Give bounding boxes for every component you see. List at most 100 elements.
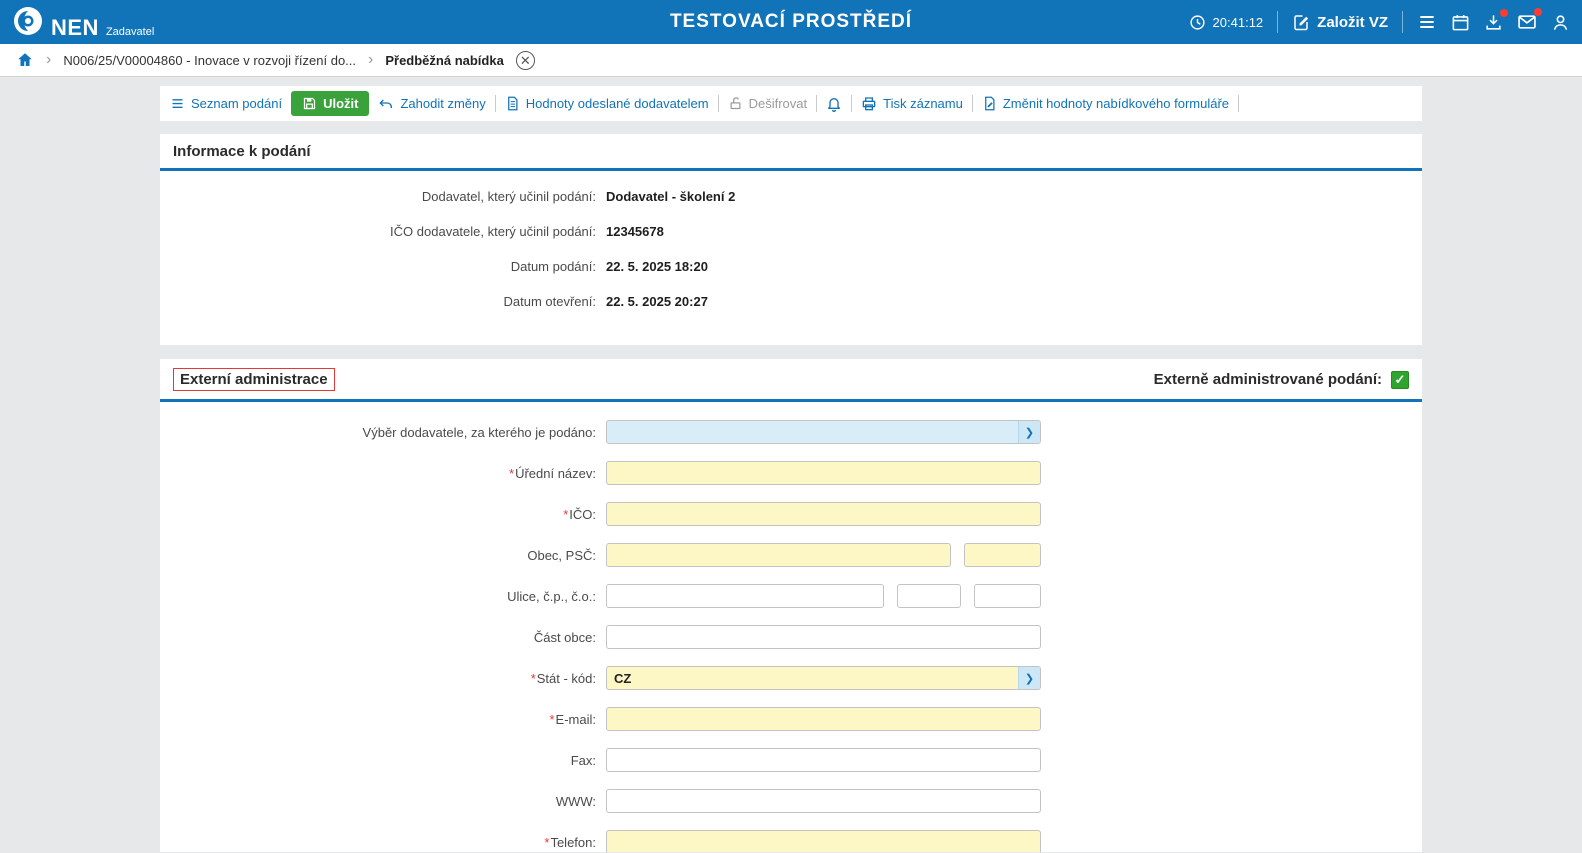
chevron-right-icon[interactable]: ❯ <box>1018 421 1040 443</box>
field-label: *E-mail: <box>160 712 606 727</box>
field-row-ico: *IČO: <box>160 502 1422 526</box>
info-label: Datum otevření: <box>160 294 606 309</box>
notifications-button[interactable] <box>826 96 842 112</box>
required-marker: * <box>509 466 514 481</box>
info-value: 22. 5. 2025 18:20 <box>606 259 708 274</box>
required-marker: * <box>531 671 536 686</box>
undo-icon <box>378 96 394 112</box>
supplier-select-input[interactable] <box>606 420 1041 444</box>
external-administration-body: Výběr dodavatele, za kterého je podáno: … <box>160 402 1422 852</box>
submissions-list-button[interactable]: Seznam podání <box>170 96 282 111</box>
field-row-fax: Fax: <box>160 748 1422 772</box>
hamburger-menu-icon <box>1417 12 1437 32</box>
list-icon <box>170 96 185 111</box>
toolbar-divider <box>1238 95 1239 112</box>
calendar-button[interactable] <box>1451 13 1470 32</box>
discard-changes-label: Zahodit změny <box>400 96 485 111</box>
field-label: Část obce: <box>160 630 606 645</box>
mail-icon <box>1517 12 1537 32</box>
main-content: Seznam podání Uložit Zahodit změny Hodno… <box>0 77 1582 852</box>
info-label: Datum podání: <box>160 259 606 274</box>
document-edit-icon <box>982 96 997 111</box>
change-form-values-label: Změnit hodnoty nabídkového formuláře <box>1003 96 1229 111</box>
messages-button[interactable] <box>1517 12 1537 32</box>
field-row-www: WWW: <box>160 789 1422 813</box>
discard-changes-button[interactable]: Zahodit změny <box>378 96 485 112</box>
orientation-number-input[interactable] <box>974 584 1041 608</box>
country-code-input[interactable] <box>606 666 1041 690</box>
session-time-value: 20:41:12 <box>1213 15 1264 30</box>
field-row-street: Ulice, č.p., č.o.: <box>160 584 1422 608</box>
field-label: WWW: <box>160 794 606 809</box>
notification-dot <box>1500 9 1508 17</box>
toolbar-divider <box>718 95 719 112</box>
zip-input[interactable] <box>964 543 1041 567</box>
toolbar-divider <box>816 95 817 112</box>
supplier-values-label: Hodnoty odeslané dodavatelem <box>526 96 709 111</box>
notification-dot <box>1534 8 1542 16</box>
home-icon[interactable] <box>16 51 34 69</box>
nen-logo-icon <box>12 5 44 37</box>
fax-input[interactable] <box>606 748 1041 772</box>
submission-info-body: Dodavatel, který učinil podání: Dodavate… <box>160 171 1422 345</box>
print-record-button[interactable]: Tisk záznamu <box>861 96 963 112</box>
breadcrumb-separator-icon: › <box>46 52 51 68</box>
field-row-city-zip: Obec, PSČ: <box>160 543 1422 567</box>
house-number-input[interactable] <box>897 584 961 608</box>
decrypt-label: Dešifrovat <box>749 96 808 111</box>
field-label: *Telefon: <box>160 835 606 850</box>
supplier-values-button[interactable]: Hodnoty odeslané dodavatelem <box>505 96 709 111</box>
topbar-divider <box>1277 11 1278 33</box>
toolbar-divider <box>495 95 496 112</box>
info-row-ico: IČO dodavatele, který učinil podání: 123… <box>160 224 1422 246</box>
create-tender-button[interactable]: Založit VZ <box>1292 13 1388 31</box>
topbar-actions: 20:41:12 Založit VZ <box>1189 11 1570 33</box>
external-administration-header: Externí administrace Externě administrov… <box>160 359 1422 402</box>
field-row-official-name: *Úřední název: <box>160 461 1422 485</box>
required-marker: * <box>544 835 549 850</box>
save-button[interactable]: Uložit <box>291 91 369 116</box>
breadcrumb-separator-icon: › <box>368 52 373 68</box>
save-icon <box>302 96 317 111</box>
required-marker: * <box>549 712 554 727</box>
official-name-input[interactable] <box>606 461 1041 485</box>
info-label: Dodavatel, který učinil podání: <box>160 189 606 204</box>
www-input[interactable] <box>606 789 1041 813</box>
breadcrumb-item-current: Předběžná nabídka <box>385 53 503 68</box>
printer-icon <box>861 96 877 112</box>
city-part-input[interactable] <box>606 625 1041 649</box>
close-tab-icon[interactable]: ✕ <box>516 51 535 70</box>
field-row-country-code: *Stát - kód: ❯ <box>160 666 1422 690</box>
brand-subtitle: Zadavatel <box>106 26 154 38</box>
field-label: Výběr dodavatele, za kterého je podáno: <box>160 425 606 440</box>
breadcrumb: › N006/25/V00004860 - Inovace v rozvoji … <box>0 44 1582 77</box>
submissions-list-label: Seznam podání <box>191 96 282 111</box>
app-logo[interactable]: NEN Zadavatel <box>12 5 154 39</box>
phone-input[interactable] <box>606 830 1041 852</box>
info-label: IČO dodavatele, který učinil podání: <box>160 224 606 239</box>
chevron-right-icon[interactable]: ❯ <box>1018 667 1040 689</box>
toolbar-divider <box>851 95 852 112</box>
email-input[interactable] <box>606 707 1041 731</box>
external-admin-checkbox[interactable]: ✓ <box>1391 371 1409 389</box>
info-value: 12345678 <box>606 224 664 239</box>
main-menu-button[interactable] <box>1417 12 1437 32</box>
street-input[interactable] <box>606 584 884 608</box>
unlock-icon <box>728 96 743 111</box>
external-admin-checkbox-label: Externě administrované podání: <box>1154 371 1382 388</box>
create-tender-label: Založit VZ <box>1317 14 1388 31</box>
field-row-email: *E-mail: <box>160 707 1422 731</box>
toolbar-divider <box>972 95 973 112</box>
field-label: Obec, PSČ: <box>160 548 606 563</box>
decrypt-button: Dešifrovat <box>728 96 808 111</box>
field-label: Ulice, č.p., č.o.: <box>160 589 606 604</box>
calendar-icon <box>1451 13 1470 32</box>
user-profile-button[interactable] <box>1551 13 1570 32</box>
section-title: Externí administrace <box>173 368 335 391</box>
city-input[interactable] <box>606 543 951 567</box>
info-row-opening-date: Datum otevření: 22. 5. 2025 20:27 <box>160 294 1422 316</box>
downloads-button[interactable] <box>1484 13 1503 32</box>
breadcrumb-item-contract[interactable]: N006/25/V00004860 - Inovace v rozvoji ří… <box>63 53 356 68</box>
ico-input[interactable] <box>606 502 1041 526</box>
change-form-values-button[interactable]: Změnit hodnoty nabídkového formuláře <box>982 96 1229 111</box>
